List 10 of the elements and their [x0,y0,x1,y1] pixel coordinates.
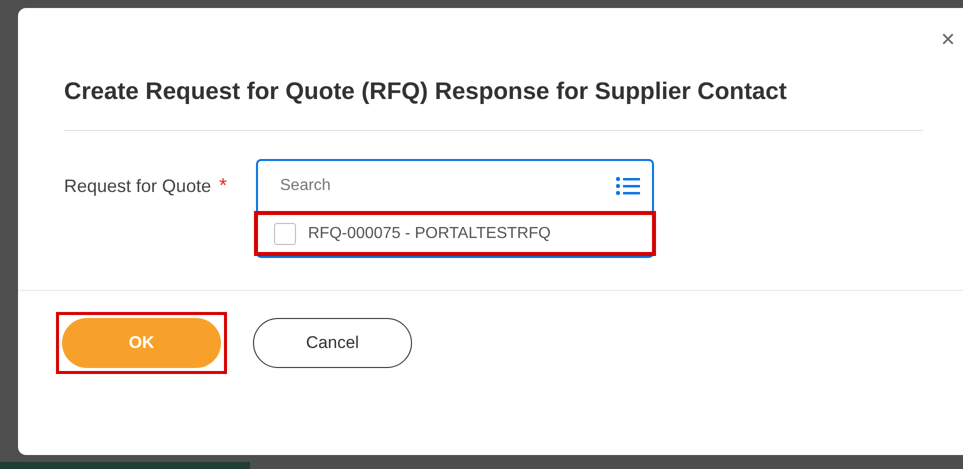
checkbox[interactable] [274,222,296,244]
dropdown-option[interactable]: RFQ-000075 - PORTALTESTRFQ [254,211,656,256]
required-asterisk: * [219,175,227,198]
dialog-title: Create Request for Quote (RFQ) Response for Supplier Contact [64,78,923,131]
list-icon[interactable] [616,176,640,196]
option-label[interactable]: RFQ-000075 - PORTALTESTRFQ [308,224,551,242]
cancel-button[interactable]: Cancel [253,318,412,368]
search-combobox[interactable]: Search RFQ-000075 - PORTALTESTRFQ [256,159,654,258]
field-label: Request for Quote [64,176,212,197]
close-button[interactable]: × [940,28,955,52]
